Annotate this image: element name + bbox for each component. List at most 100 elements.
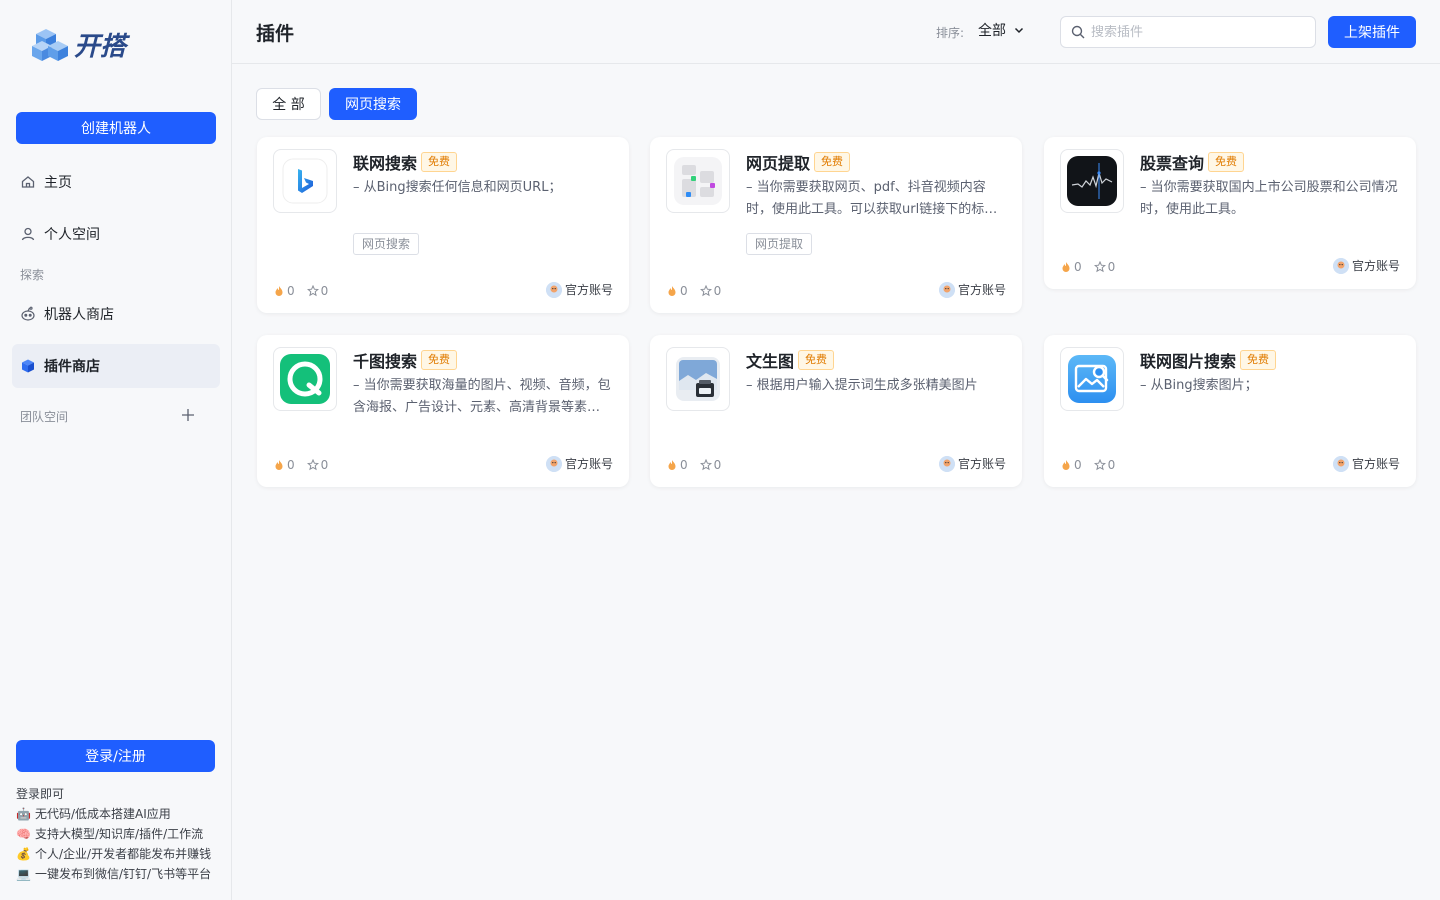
owner-name: 官方账号 (957, 457, 1006, 471)
chevron-down-icon (1014, 27, 1024, 34)
user-icon (20, 226, 36, 242)
plugin-name-row: 联网搜索 免费 (353, 150, 458, 174)
add-team-icon[interactable] (178, 405, 198, 425)
flame-icon (1062, 460, 1070, 470)
search-box[interactable] (1060, 16, 1316, 48)
free-badge: 免费 (814, 152, 851, 172)
robot-icon (20, 306, 36, 322)
hot-count: 0 (680, 458, 688, 472)
cube-icon (20, 358, 36, 374)
plugin-description: – 当你需要获取海量的图片、视频、音频，包含海报、广告设计、元素、高清背景等素材… (353, 378, 611, 415)
sidebar-item-label: 个人空间 (44, 227, 100, 243)
plugin-card[interactable]: 千图搜索 免费 – 当你需要获取海量的图片、视频、音频，包含海报、广告设计、元素… (257, 335, 629, 487)
promo-line: 💰 个人/企业/开发者都能发布并赚钱 (16, 844, 211, 864)
avatar (938, 281, 955, 298)
publish-plugin-button[interactable]: 上架插件 (1328, 16, 1416, 48)
web-extract-icon (666, 149, 730, 213)
sidebar-item-label: 主页 (44, 175, 72, 191)
hot-stat: 0 (666, 284, 688, 298)
plugin-stats: 0 0 (273, 284, 340, 298)
free-badge: 免费 (798, 350, 835, 370)
owner-name: 官方账号 (564, 457, 613, 471)
sidebar-item-label: 插件商店 (44, 359, 100, 375)
search-icon (1071, 25, 1085, 39)
plugin-owner: 官方账号 (938, 455, 1006, 472)
plugin-name: 联网图片搜索 (1140, 352, 1237, 371)
plugin-description: – 从Bing搜索图片； (1140, 378, 1258, 393)
logo[interactable]: 开搭 (32, 26, 126, 63)
plugin-card[interactable]: 网页提取 免费 – 当你需要获取网页、pdf、抖音视频内容时，使用此工具。可以获… (650, 137, 1022, 313)
laptop-emoji-icon: 💻 (16, 867, 31, 881)
star-stat[interactable]: 0 (306, 284, 328, 298)
plugin-stats: 0 0 (666, 458, 733, 472)
plugin-stats: 0 0 (273, 458, 340, 472)
plugin-owner: 官方账号 (1332, 257, 1400, 274)
plugin-description: – 根据用户输入提示词生成多张精美图片 (746, 378, 978, 393)
promo-text: 个人/企业/开发者都能发布并赚钱 (35, 847, 212, 861)
plugin-card[interactable]: 联网图片搜索 免费 – 从Bing搜索图片； 0 0 官方账号 (1044, 335, 1416, 487)
sort-label: 排序: (936, 26, 965, 40)
hot-stat: 0 (273, 458, 295, 472)
sidebar-item-home[interactable]: 主页 (12, 160, 220, 204)
promo-text: 支持大模型/知识库/插件/工作流 (35, 827, 204, 841)
plugin-name-row: 网页提取 免费 (746, 150, 851, 174)
avatar (1332, 257, 1349, 274)
plugin-name-row: 联网图片搜索 免费 (1140, 348, 1277, 372)
plugin-name: 网页提取 (746, 154, 811, 173)
star-icon (306, 459, 319, 471)
star-icon (699, 459, 712, 471)
star-count: 0 (713, 284, 722, 298)
promo-text: 一键发布到微信/钉钉/飞书等平台 (35, 867, 212, 881)
plugin-card[interactable]: 文生图 免费 – 根据用户输入提示词生成多张精美图片 0 0 官方账号 (650, 335, 1022, 487)
plugin-card[interactable]: 股票查询 免费 – 当你需要获取国内上市公司股票和公司情况时，使用此工具。 0 … (1044, 137, 1416, 289)
plugin-description: – 当你需要获取国内上市公司股票和公司情况时，使用此工具。 (1140, 180, 1398, 217)
login-register-button[interactable]: 登录/注册 (16, 740, 215, 772)
plugin-owner: 官方账号 (938, 281, 1006, 298)
search-input[interactable] (1091, 24, 1301, 40)
explore-section-label: 探索 (20, 268, 45, 282)
plugin-name-row: 千图搜索 免费 (353, 348, 458, 372)
cube-logo-icon (32, 27, 72, 63)
star-stat[interactable]: 0 (699, 284, 722, 298)
plugin-owner: 官方账号 (1332, 455, 1400, 472)
star-count: 0 (1107, 458, 1116, 472)
filter-all[interactable]: 全 部 (256, 88, 321, 120)
plugin-owner: 官方账号 (545, 281, 613, 298)
stocks-icon (1060, 149, 1124, 213)
star-count: 0 (713, 458, 722, 472)
star-stat[interactable]: 0 (699, 458, 722, 472)
sidebar-item-personal-space[interactable]: 个人空间 (12, 212, 220, 256)
star-stat[interactable]: 0 (1093, 458, 1116, 472)
sidebar-item-plugin-store[interactable]: 插件商店 (12, 344, 220, 388)
star-stat[interactable]: 0 (1093, 260, 1115, 274)
hot-stat: 0 (1060, 260, 1082, 274)
plugin-owner: 官方账号 (545, 455, 613, 472)
plugin-name: 股票查询 (1140, 154, 1205, 173)
plugin-tag: 网页搜索 (353, 233, 420, 255)
plugin-card[interactable]: 联网搜索 免费 – 从Bing搜索任何信息和网页URL； 网页搜索 0 0 官方… (257, 137, 629, 313)
filter-web-search[interactable]: 网页搜索 (329, 88, 417, 120)
create-robot-button[interactable]: 创建机器人 (16, 112, 216, 144)
sort-select[interactable]: 全部 (978, 20, 1024, 40)
free-badge: 免费 (1208, 152, 1245, 172)
star-icon (1093, 459, 1106, 471)
sort-value: 全部 (978, 23, 1006, 39)
free-badge: 免费 (421, 152, 458, 172)
avatar (545, 281, 562, 298)
promo-line: 🧠 支持大模型/知识库/插件/工作流 (16, 824, 211, 844)
team-space-label: 团队空间 (20, 410, 69, 424)
login-promo: 登录即可 🤖 无代码/低成本搭建AI应用 🧠 支持大模型/知识库/插件/工作流 💰 个… (16, 784, 211, 884)
flame-icon (275, 460, 283, 470)
star-icon (306, 285, 319, 297)
sidebar: 开搭 创建机器人 主页 个人空间 探索 机器人商店 插件商店 团队空间 登录/注… (0, 0, 232, 900)
star-stat[interactable]: 0 (306, 458, 328, 472)
sidebar-item-label: 机器人商店 (44, 307, 114, 323)
image-search-icon (1060, 347, 1124, 411)
plugin-tag: 网页提取 (746, 233, 813, 255)
free-badge: 免费 (421, 350, 458, 370)
sidebar-item-robot-store[interactable]: 机器人商店 (12, 292, 220, 336)
brain-emoji-icon: 🧠 (16, 827, 31, 841)
avatar (545, 455, 562, 472)
home-icon (20, 174, 36, 190)
plugin-name: 千图搜索 (353, 352, 418, 371)
